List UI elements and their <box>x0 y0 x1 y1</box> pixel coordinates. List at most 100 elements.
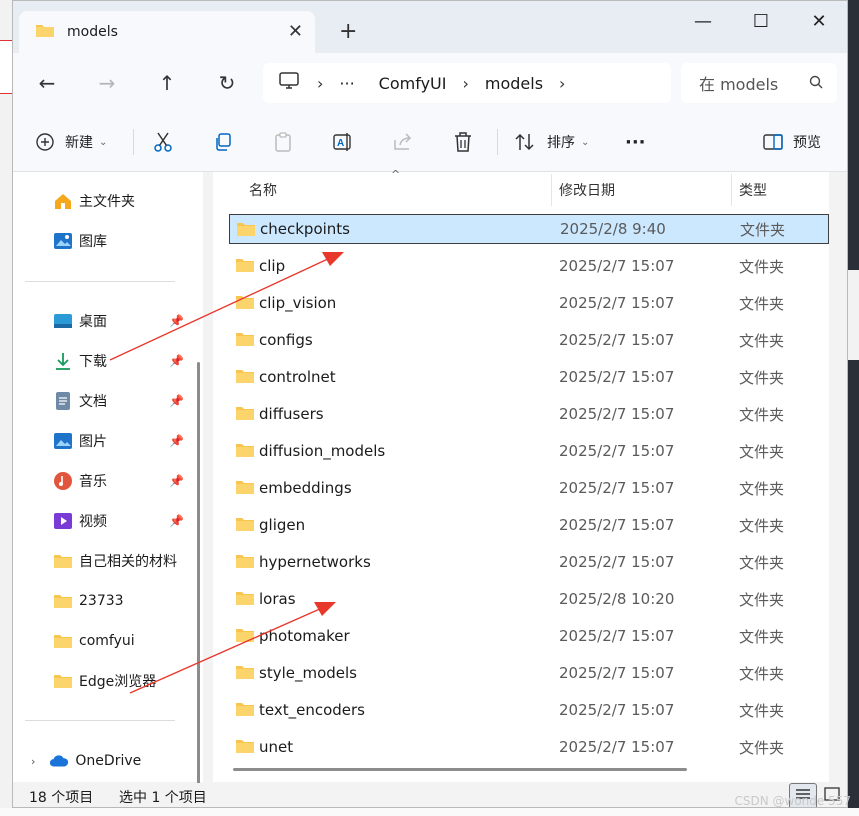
file-name: configs <box>259 331 313 349</box>
minimize-icon[interactable]: — <box>677 1 729 41</box>
file-date: 2025/2/7 15:07 <box>559 405 675 423</box>
file-row[interactable]: unet 2025/2/7 15:07 文件夹 <box>229 732 829 762</box>
address-bar[interactable]: › ··· ComfyUI › models › <box>263 63 671 103</box>
file-row[interactable]: hypernetworks 2025/2/7 15:07 文件夹 <box>229 547 829 577</box>
file-list: ^ 名称 修改日期 类型 checkpoints 2025/2/8 9:40 文件夹… <box>213 168 829 782</box>
column-header-date[interactable]: 修改日期 <box>559 180 615 200</box>
sidebar-item-label: 桌面 <box>79 314 107 330</box>
pin-icon[interactable]: 📌 <box>169 474 184 488</box>
pin-icon[interactable]: 📌 <box>169 434 184 448</box>
copy-button[interactable] <box>211 127 235 157</box>
pin-icon[interactable]: 📌 <box>169 394 184 408</box>
sidebar-item-music[interactable]: 音乐 <box>53 469 107 493</box>
file-type: 文件夹 <box>739 294 785 313</box>
sidebar-item-label: 图库 <box>79 234 107 250</box>
gallery-icon <box>53 231 73 251</box>
file-explorer-window: models ✕ + — ☐ ✕ ← → ↑ ↻ › ··· ComfyUI ›… <box>12 0 848 808</box>
file-type: 文件夹 <box>739 627 785 646</box>
pin-icon[interactable]: 📌 <box>169 314 184 328</box>
file-row[interactable]: checkpoints 2025/2/8 9:40 文件夹 <box>229 214 829 244</box>
forward-icon[interactable]: → <box>91 67 123 99</box>
command-bar: 新建 ⌄ A 排序 ⌄ ··· 预览 <box>13 113 847 172</box>
tab-strip: models ✕ + — ☐ ✕ <box>13 1 847 53</box>
folder-icon <box>235 331 255 351</box>
close-tab-icon[interactable]: ✕ <box>288 21 303 42</box>
tab-models[interactable]: models ✕ <box>19 11 315 53</box>
file-row[interactable]: controlnet 2025/2/7 15:07 文件夹 <box>229 362 829 392</box>
column-header-type[interactable]: 类型 <box>739 180 767 200</box>
sidebar-item-videos[interactable]: 视频 <box>53 509 107 533</box>
maximize-icon[interactable]: ☐ <box>735 1 787 41</box>
file-row[interactable]: text_encoders 2025/2/7 15:07 文件夹 <box>229 695 829 725</box>
pin-icon[interactable]: 📌 <box>169 354 184 368</box>
file-name: hypernetworks <box>259 553 371 571</box>
breadcrumb-models[interactable]: models <box>485 74 543 93</box>
new-button[interactable]: 新建 ⌄ <box>33 127 107 157</box>
folder-icon <box>235 479 255 499</box>
chevron-right-icon[interactable]: › <box>462 74 468 93</box>
sort-icon <box>513 130 537 154</box>
column-header-name[interactable]: 名称 <box>249 180 277 200</box>
cut-button[interactable] <box>151 127 175 157</box>
file-row[interactable]: loras 2025/2/8 10:20 文件夹 <box>229 584 829 614</box>
sidebar-item-desktop[interactable]: 桌面 <box>53 309 107 333</box>
sidebar-item-folder[interactable]: Edge浏览器 <box>53 669 156 693</box>
breadcrumb-overflow[interactable]: ··· <box>339 74 354 93</box>
cloud-icon <box>49 751 69 771</box>
rename-button[interactable]: A <box>331 127 355 157</box>
chevron-right-icon[interactable]: › <box>317 74 323 93</box>
file-row[interactable]: embeddings 2025/2/7 15:07 文件夹 <box>229 473 829 503</box>
file-row[interactable]: style_models 2025/2/7 15:07 文件夹 <box>229 658 829 688</box>
file-type: 文件夹 <box>739 479 785 498</box>
preview-pane-button[interactable]: 预览 <box>761 127 821 157</box>
watermark: CSDN @wonde 557 <box>734 794 851 808</box>
search-icon <box>809 74 823 93</box>
file-row[interactable]: gligen 2025/2/7 15:07 文件夹 <box>229 510 829 540</box>
sidebar-item-onedrive[interactable]: › OneDrive <box>31 749 141 773</box>
file-row[interactable]: diffusion_models 2025/2/7 15:07 文件夹 <box>229 436 829 466</box>
file-date: 2025/2/7 15:07 <box>559 294 675 312</box>
file-date: 2025/2/7 15:07 <box>559 701 675 719</box>
sidebar-item-downloads[interactable]: 下载 <box>53 349 107 373</box>
file-name: clip <box>259 257 286 275</box>
pin-icon[interactable]: 📌 <box>169 514 184 528</box>
file-row[interactable]: configs 2025/2/7 15:07 文件夹 <box>229 325 829 355</box>
chevron-down-icon: ⌄ <box>581 136 590 148</box>
delete-button[interactable] <box>451 127 475 157</box>
sidebar-item-documents[interactable]: 文档 <box>53 389 107 413</box>
close-window-icon[interactable]: ✕ <box>793 1 845 41</box>
share-button[interactable] <box>391 127 415 157</box>
file-row[interactable]: clip 2025/2/7 15:07 文件夹 <box>229 251 829 281</box>
up-icon[interactable]: ↑ <box>151 67 183 99</box>
file-row[interactable]: photomaker 2025/2/7 15:07 文件夹 <box>229 621 829 651</box>
new-tab-button[interactable]: + <box>339 19 357 44</box>
sort-button[interactable]: 排序 ⌄ <box>513 127 589 157</box>
refresh-icon[interactable]: ↻ <box>211 67 243 99</box>
file-row[interactable]: diffusers 2025/2/7 15:07 文件夹 <box>229 399 829 429</box>
chevron-right-icon[interactable]: › <box>31 755 35 768</box>
sidebar-item-folder[interactable]: 自己相关的材料 <box>53 549 177 573</box>
file-type: 文件夹 <box>739 516 785 535</box>
file-name: photomaker <box>259 627 350 645</box>
breadcrumb-comfyui[interactable]: ComfyUI <box>379 74 447 93</box>
horizontal-scrollbar[interactable] <box>233 768 687 771</box>
rename-icon: A <box>331 130 355 154</box>
more-options-button[interactable]: ··· <box>625 127 646 157</box>
paste-button[interactable] <box>271 127 295 157</box>
chevron-right-icon[interactable]: › <box>559 74 565 93</box>
sidebar-item-folder[interactable]: comfyui <box>53 629 135 653</box>
sidebar-item-gallery[interactable]: 图库 <box>53 229 107 253</box>
sidebar-item-home[interactable]: 主文件夹 <box>53 189 135 213</box>
navigation-pane: 主文件夹 图库 桌面 📌 下载 📌 文档 📌 图片 📌 音乐 📌 视频 📌 自己… <box>13 172 203 802</box>
file-type: 文件夹 <box>739 368 785 387</box>
search-input[interactable]: 在 models <box>681 63 837 103</box>
file-row[interactable]: clip_vision 2025/2/7 15:07 文件夹 <box>229 288 829 318</box>
sidebar-item-pictures[interactable]: 图片 <box>53 429 107 453</box>
sidebar-item-folder[interactable]: 23733 <box>53 589 124 613</box>
sidebar-item-label: OneDrive <box>75 753 142 769</box>
back-icon[interactable]: ← <box>31 67 63 99</box>
sidebar-scrollbar[interactable] <box>197 362 200 802</box>
sidebar-item-label: 自己相关的材料 <box>79 554 177 570</box>
folder-icon <box>236 221 256 241</box>
file-date: 2025/2/7 15:07 <box>559 553 675 571</box>
